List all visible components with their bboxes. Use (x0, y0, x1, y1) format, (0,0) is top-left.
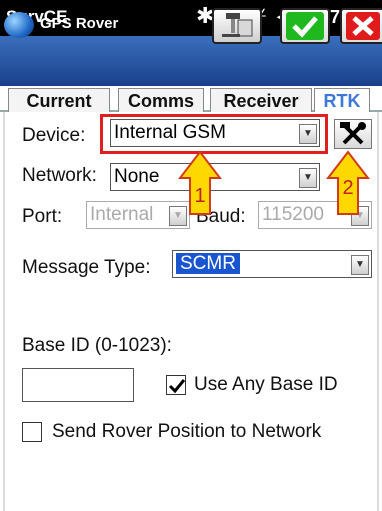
port-label: Port: (22, 206, 63, 227)
use-any-base-label: Use Any Base ID (194, 374, 338, 395)
chevron-down-icon: ▼ (351, 255, 369, 275)
window-title: GPS Rover (40, 15, 119, 32)
base-id-label: Base ID (0-1023): (22, 335, 172, 356)
ok-button[interactable] (280, 8, 330, 44)
close-button[interactable] (340, 8, 382, 44)
send-rover-position-label: Send Rover Position to Network (52, 421, 322, 442)
tab-receiver[interactable]: Receiver (210, 88, 312, 112)
checkmark-icon (286, 12, 324, 40)
port-dropdown[interactable]: Internal ▼ (86, 201, 190, 229)
network-label: Network: (22, 165, 97, 186)
port-value: Internal (90, 204, 154, 225)
tools-icon (340, 122, 366, 145)
message-type-value: SCMR (176, 253, 240, 274)
message-type-label: Message Type: (22, 257, 151, 278)
tab-comms[interactable]: Comms (118, 88, 204, 112)
instrument-button[interactable] (212, 8, 262, 44)
chevron-down-icon: ▼ (299, 168, 317, 188)
device-highlight-box (100, 114, 328, 154)
gps-instrument-icon (222, 13, 253, 37)
callout-arrow-1: 1 (177, 150, 223, 216)
message-type-dropdown[interactable]: SCMR ▼ (172, 250, 372, 278)
close-icon (346, 12, 380, 40)
base-id-input[interactable] (22, 368, 134, 402)
app-globe-icon (4, 12, 34, 38)
send-rover-position-checkbox[interactable] (22, 422, 42, 442)
device-settings-button[interactable] (334, 119, 372, 149)
device-label: Device: (22, 125, 86, 146)
baud-value: 115200 (262, 204, 324, 225)
use-any-base-checkbox[interactable] (166, 375, 186, 395)
tab-rtk[interactable]: RTK (314, 88, 370, 112)
checkmark-icon (168, 379, 186, 394)
network-value: None (114, 166, 160, 187)
panel-right-border (377, 112, 379, 511)
callout-number-2: 2 (342, 177, 353, 199)
tab-current[interactable]: Current (8, 88, 110, 112)
callout-number-1: 1 (194, 185, 205, 207)
callout-arrow-2: 2 (325, 150, 371, 216)
panel-left-border (3, 112, 5, 511)
